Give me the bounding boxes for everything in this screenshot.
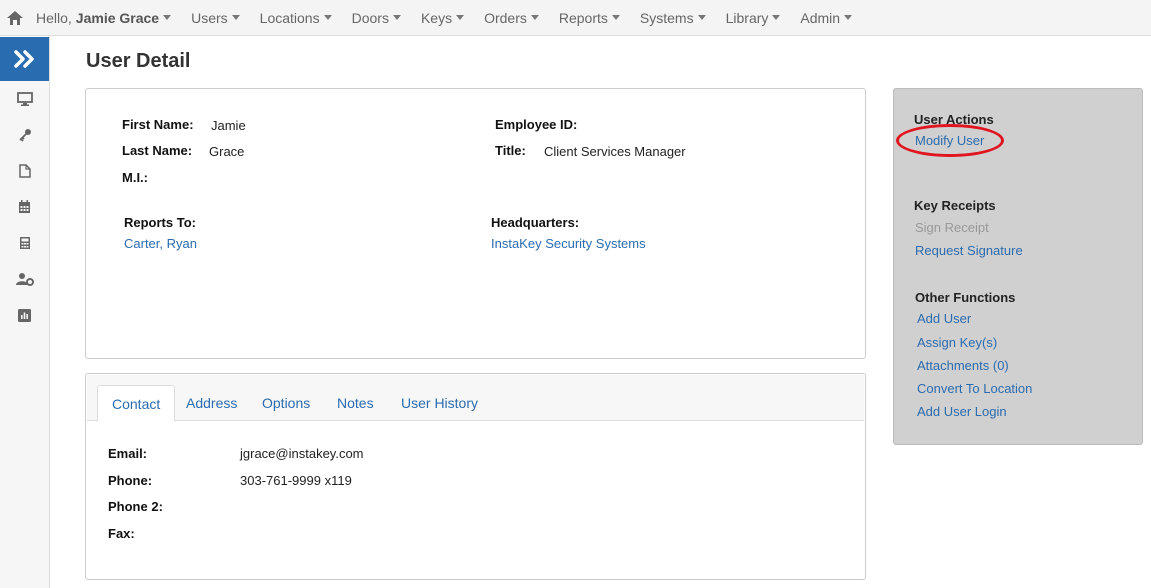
nav-menu-label: Admin xyxy=(800,9,841,26)
nav-menu-orders[interactable]: Orders xyxy=(474,0,549,36)
nav-menu-label: Reports xyxy=(558,9,608,26)
add-user-login-link[interactable]: Add User Login xyxy=(917,404,1007,419)
sidebar-item-calculator[interactable] xyxy=(0,225,49,261)
monitor-icon xyxy=(16,92,33,106)
home-icon[interactable] xyxy=(0,0,30,36)
sidebar-item-monitor[interactable] xyxy=(0,81,49,117)
nav-menu-keys[interactable]: Keys xyxy=(411,0,474,36)
calendar-icon xyxy=(19,200,30,213)
chevron-down-icon xyxy=(323,15,332,20)
key-receipts-header: Key Receipts xyxy=(914,198,996,213)
reports-to-label: Reports To: xyxy=(124,215,196,230)
tab-options[interactable]: Options xyxy=(248,385,324,422)
chevron-down-icon xyxy=(231,15,240,20)
mi-label: M.I.: xyxy=(122,170,148,185)
nav-menu-doors[interactable]: Doors xyxy=(342,0,411,36)
greeting-text: Hello, xyxy=(36,9,72,26)
contact-tabs-card: Contact Address Options Notes User Histo… xyxy=(85,373,866,580)
other-functions-header: Other Functions xyxy=(915,290,1016,305)
nav-menu-label: Systems xyxy=(639,9,694,26)
tab-bar: Contact Address Options Notes User Histo… xyxy=(87,375,864,422)
chevron-down-icon xyxy=(844,15,853,20)
nav-menu-label: Users xyxy=(191,9,228,26)
sidebar-item-document[interactable] xyxy=(0,153,49,189)
double-chevron-right-icon xyxy=(13,50,34,68)
last-name-label: Last Name: xyxy=(122,143,193,158)
employee-id-label: Employee ID: xyxy=(495,117,578,132)
highlight-circle xyxy=(896,124,1004,157)
sidebar-item-calendar[interactable] xyxy=(0,189,49,225)
chevron-down-icon xyxy=(772,15,781,20)
title-label: Title: xyxy=(495,143,526,158)
phone-label: Phone: xyxy=(108,473,153,488)
tab-user-history[interactable]: User History xyxy=(387,385,492,422)
phone-value: 303-761-9999 x119 xyxy=(240,473,352,488)
chevron-down-icon xyxy=(611,15,620,20)
email-label: Email: xyxy=(108,446,148,461)
tab-address[interactable]: Address xyxy=(172,385,251,422)
chevron-down-icon xyxy=(392,15,401,20)
page-title: User Detail xyxy=(86,50,191,72)
phone2-label: Phone 2: xyxy=(108,499,163,514)
tab-notes[interactable]: Notes xyxy=(323,385,388,422)
first-name-label: First Name: xyxy=(122,117,194,132)
nav-menu-library[interactable]: Library xyxy=(716,0,791,36)
top-navbar: Hello, Jamie Grace Users Locations Doors… xyxy=(0,0,1151,36)
user-gear-icon xyxy=(15,273,34,286)
last-name-value: Grace xyxy=(209,144,245,159)
bar-chart-icon xyxy=(18,308,31,322)
nav-menu-systems[interactable]: Systems xyxy=(630,0,716,36)
user-detail-card: First Name: Jamie Last Name: Grace M.I.:… xyxy=(85,88,866,359)
chevron-down-icon xyxy=(530,15,539,20)
nav-menu-reports[interactable]: Reports xyxy=(549,0,630,36)
tab-contact[interactable]: Contact xyxy=(97,385,176,422)
nav-menu-label: Locations xyxy=(259,9,320,26)
user-menu[interactable]: Hello, Jamie Grace xyxy=(30,0,181,36)
add-user-link[interactable]: Add User xyxy=(917,311,971,326)
headquarters-label: Headquarters: xyxy=(491,215,580,230)
first-name-value: Jamie xyxy=(211,118,246,133)
chevron-down-icon xyxy=(163,15,172,20)
sidebar-item-user-settings[interactable] xyxy=(0,261,49,297)
nav-menu-label: Doors xyxy=(351,9,389,26)
user-name: Jamie Grace xyxy=(75,9,160,26)
document-icon xyxy=(18,164,31,178)
headquarters-link[interactable]: InstaKey Security Systems xyxy=(491,236,646,251)
key-icon xyxy=(18,129,31,142)
request-signature-link[interactable]: Request Signature xyxy=(915,243,1023,258)
sign-receipt-disabled: Sign Receipt xyxy=(915,220,989,235)
nav-menu-users[interactable]: Users xyxy=(181,0,250,36)
nav-menu-locations[interactable]: Locations xyxy=(250,0,342,36)
assign-keys-link[interactable]: Assign Key(s) xyxy=(917,335,997,350)
sidebar xyxy=(0,37,50,588)
chevron-down-icon xyxy=(697,15,706,20)
attachments-link[interactable]: Attachments (0) xyxy=(917,358,1009,373)
sidebar-toggle-button[interactable] xyxy=(0,37,49,81)
reports-to-link[interactable]: Carter, Ryan xyxy=(124,236,197,251)
fax-label: Fax: xyxy=(108,526,135,541)
sidebar-item-key[interactable] xyxy=(0,117,49,153)
nav-menu-label: Library xyxy=(725,9,769,26)
convert-to-location-link[interactable]: Convert To Location xyxy=(917,381,1032,396)
nav-menu-admin[interactable]: Admin xyxy=(790,0,862,36)
title-value: Client Services Manager xyxy=(544,144,686,159)
nav-menu-label: Keys xyxy=(420,9,453,26)
chevron-down-icon xyxy=(456,15,465,20)
nav-menu-label: Orders xyxy=(484,9,527,26)
email-value: jgrace@instakey.com xyxy=(240,446,364,461)
sidebar-item-chart[interactable] xyxy=(0,297,49,333)
calculator-icon xyxy=(19,237,30,249)
